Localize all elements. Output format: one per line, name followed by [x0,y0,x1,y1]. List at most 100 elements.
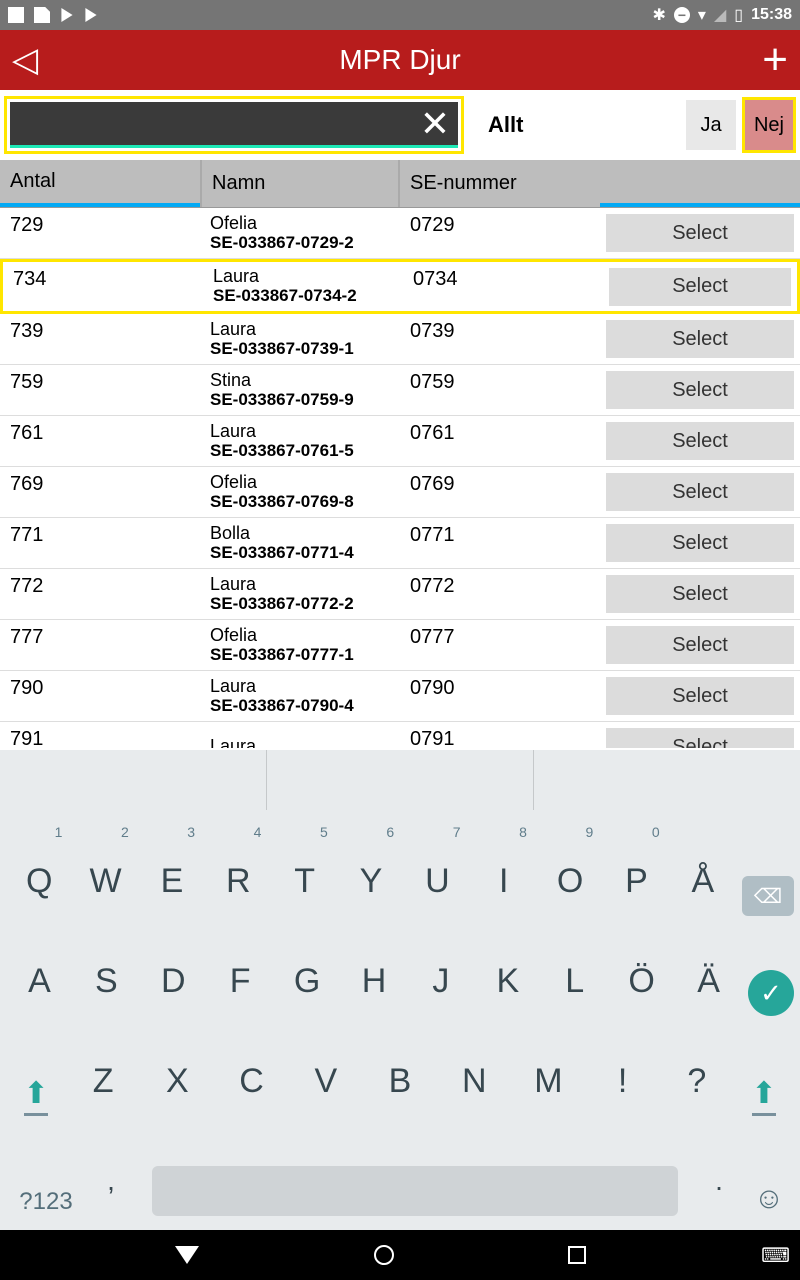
back-button[interactable]: ◁ [12,40,38,80]
nav-home-icon[interactable] [374,1245,394,1265]
table-row[interactable]: 772LauraSE-033867-0772-20772Select [0,569,800,620]
select-button[interactable]: Select [606,320,794,358]
suggestion-3[interactable] [534,750,800,810]
key-e[interactable]: 3E [139,846,205,916]
key-f[interactable]: F [207,946,274,1016]
search-input[interactable] [16,113,412,134]
table-row[interactable]: 739LauraSE-033867-0739-10739Select [0,314,800,365]
toggle-ja[interactable]: Ja [686,100,736,150]
key-comma[interactable]: , [86,1146,136,1216]
select-button[interactable]: Select [606,473,794,511]
key-emoji[interactable]: ☺ [744,1182,794,1216]
key-z[interactable]: Z [66,1046,140,1116]
nav-recent-icon[interactable] [568,1246,586,1264]
nav-back-icon[interactable] [175,1246,199,1264]
key-m[interactable]: M [511,1046,585,1116]
cell-se: 0739 [400,314,600,343]
key-x[interactable]: X [140,1046,214,1116]
table-row[interactable]: 734LauraSE-033867-0734-20734Select [0,259,800,314]
table-row[interactable]: 771BollaSE-033867-0771-40771Select [0,518,800,569]
key-symbols[interactable]: ?123 [6,1188,86,1216]
key-backspace[interactable]: ⌫ [742,876,794,916]
select-button[interactable]: Select [606,371,794,409]
cell-namn: Laura [200,737,400,748]
play-store-icon [60,8,74,22]
key-r[interactable]: 4R [205,846,271,916]
select-button[interactable]: Select [606,728,794,748]
key-u[interactable]: 7U [404,846,470,916]
key-b[interactable]: B [363,1046,437,1116]
select-button[interactable]: Select [606,422,794,460]
cell-namn: OfeliaSE-033867-0769-8 [200,473,400,511]
select-button[interactable]: Select [606,575,794,613]
suggestion-bar[interactable] [0,750,800,810]
select-button[interactable]: Select [606,524,794,562]
table-row[interactable]: 791Laura0791Select [0,722,800,748]
key-l[interactable]: L [541,946,608,1016]
filter-label: Allt [488,112,680,138]
key-ö[interactable]: Ö [608,946,675,1016]
col-namn[interactable]: Namn [200,160,400,207]
key-h[interactable]: H [341,946,408,1016]
key-ä[interactable]: Ä [675,946,742,1016]
table-row[interactable]: 790LauraSE-033867-0790-40790Select [0,671,800,722]
key-n[interactable]: N [437,1046,511,1116]
suggestion-2[interactable] [267,750,534,810]
key-d[interactable]: D [140,946,207,1016]
key-k[interactable]: K [474,946,541,1016]
add-button[interactable]: + [762,38,788,82]
cell-se: 0790 [400,671,600,700]
key-s[interactable]: S [73,946,140,1016]
signal-icon: ◢ [714,5,726,25]
clear-icon[interactable]: ✕ [412,103,458,145]
key-t[interactable]: 5T [271,846,337,916]
col-se[interactable]: SE-nummer [400,160,600,207]
key-w[interactable]: 2W [72,846,138,916]
select-button[interactable]: Select [606,214,794,252]
key-shift-right[interactable]: ⬆ [734,1076,794,1116]
key-p[interactable]: 0P [603,846,669,916]
page-title: MPR Djur [339,44,460,76]
key-shift-left[interactable]: ⬆ [6,1076,66,1116]
select-button[interactable]: Select [606,626,794,664]
key-enter[interactable]: ✓ [748,970,794,1016]
cell-namn: LauraSE-033867-0761-5 [200,422,400,460]
key-v[interactable]: V [289,1046,363,1116]
table-row[interactable]: 761LauraSE-033867-0761-50761Select [0,416,800,467]
status-bar: ✱ − ▾ ◢ ▯ 15:38 [0,0,800,30]
table-row[interactable]: 759StinaSE-033867-0759-90759Select [0,365,800,416]
search-input-box[interactable]: ✕ [10,102,458,148]
key-a[interactable]: A [6,946,73,1016]
key-q[interactable]: 1Q [6,846,72,916]
key-å[interactable]: Å [670,846,736,916]
key-i[interactable]: 8I [471,846,537,916]
nav-keyboard-icon[interactable]: ⌨ [761,1243,790,1268]
cell-se: 0791 [400,722,600,748]
table-row[interactable]: 769OfeliaSE-033867-0769-80769Select [0,467,800,518]
key-y[interactable]: 6Y [338,846,404,916]
gallery-icon [8,7,24,23]
table-row[interactable]: 777OfeliaSE-033867-0777-10777Select [0,620,800,671]
cell-se: 0734 [403,262,603,291]
key-![interactable]: ! [586,1046,660,1116]
key-o[interactable]: 9O [537,846,603,916]
table-row[interactable]: 729OfeliaSE-033867-0729-20729Select [0,208,800,259]
keyboard[interactable]: 1Q2W3E4R5T6Y7U8I9O0PÅ⌫ ASDFGHJKLÖÄ✓ ⬆ZXC… [0,750,800,1230]
toggle-nej[interactable]: Nej [742,97,796,153]
key-?[interactable]: ? [660,1046,734,1116]
cell-namn: LauraSE-033867-0739-1 [200,320,400,358]
play-store-icon-2 [84,8,98,22]
select-button[interactable]: Select [606,677,794,715]
cell-se: 0759 [400,365,600,394]
key-space[interactable] [152,1166,678,1216]
col-antal[interactable]: Antal [0,160,200,207]
select-button[interactable]: Select [609,268,791,306]
cell-antal: 729 [0,208,200,237]
key-period[interactable]: . [694,1146,744,1216]
key-g[interactable]: G [274,946,341,1016]
suggestion-1[interactable] [0,750,267,810]
search-wrap: ✕ [4,96,464,154]
table-body[interactable]: 729OfeliaSE-033867-0729-20729Select734La… [0,208,800,748]
key-c[interactable]: C [214,1046,288,1116]
key-j[interactable]: J [407,946,474,1016]
